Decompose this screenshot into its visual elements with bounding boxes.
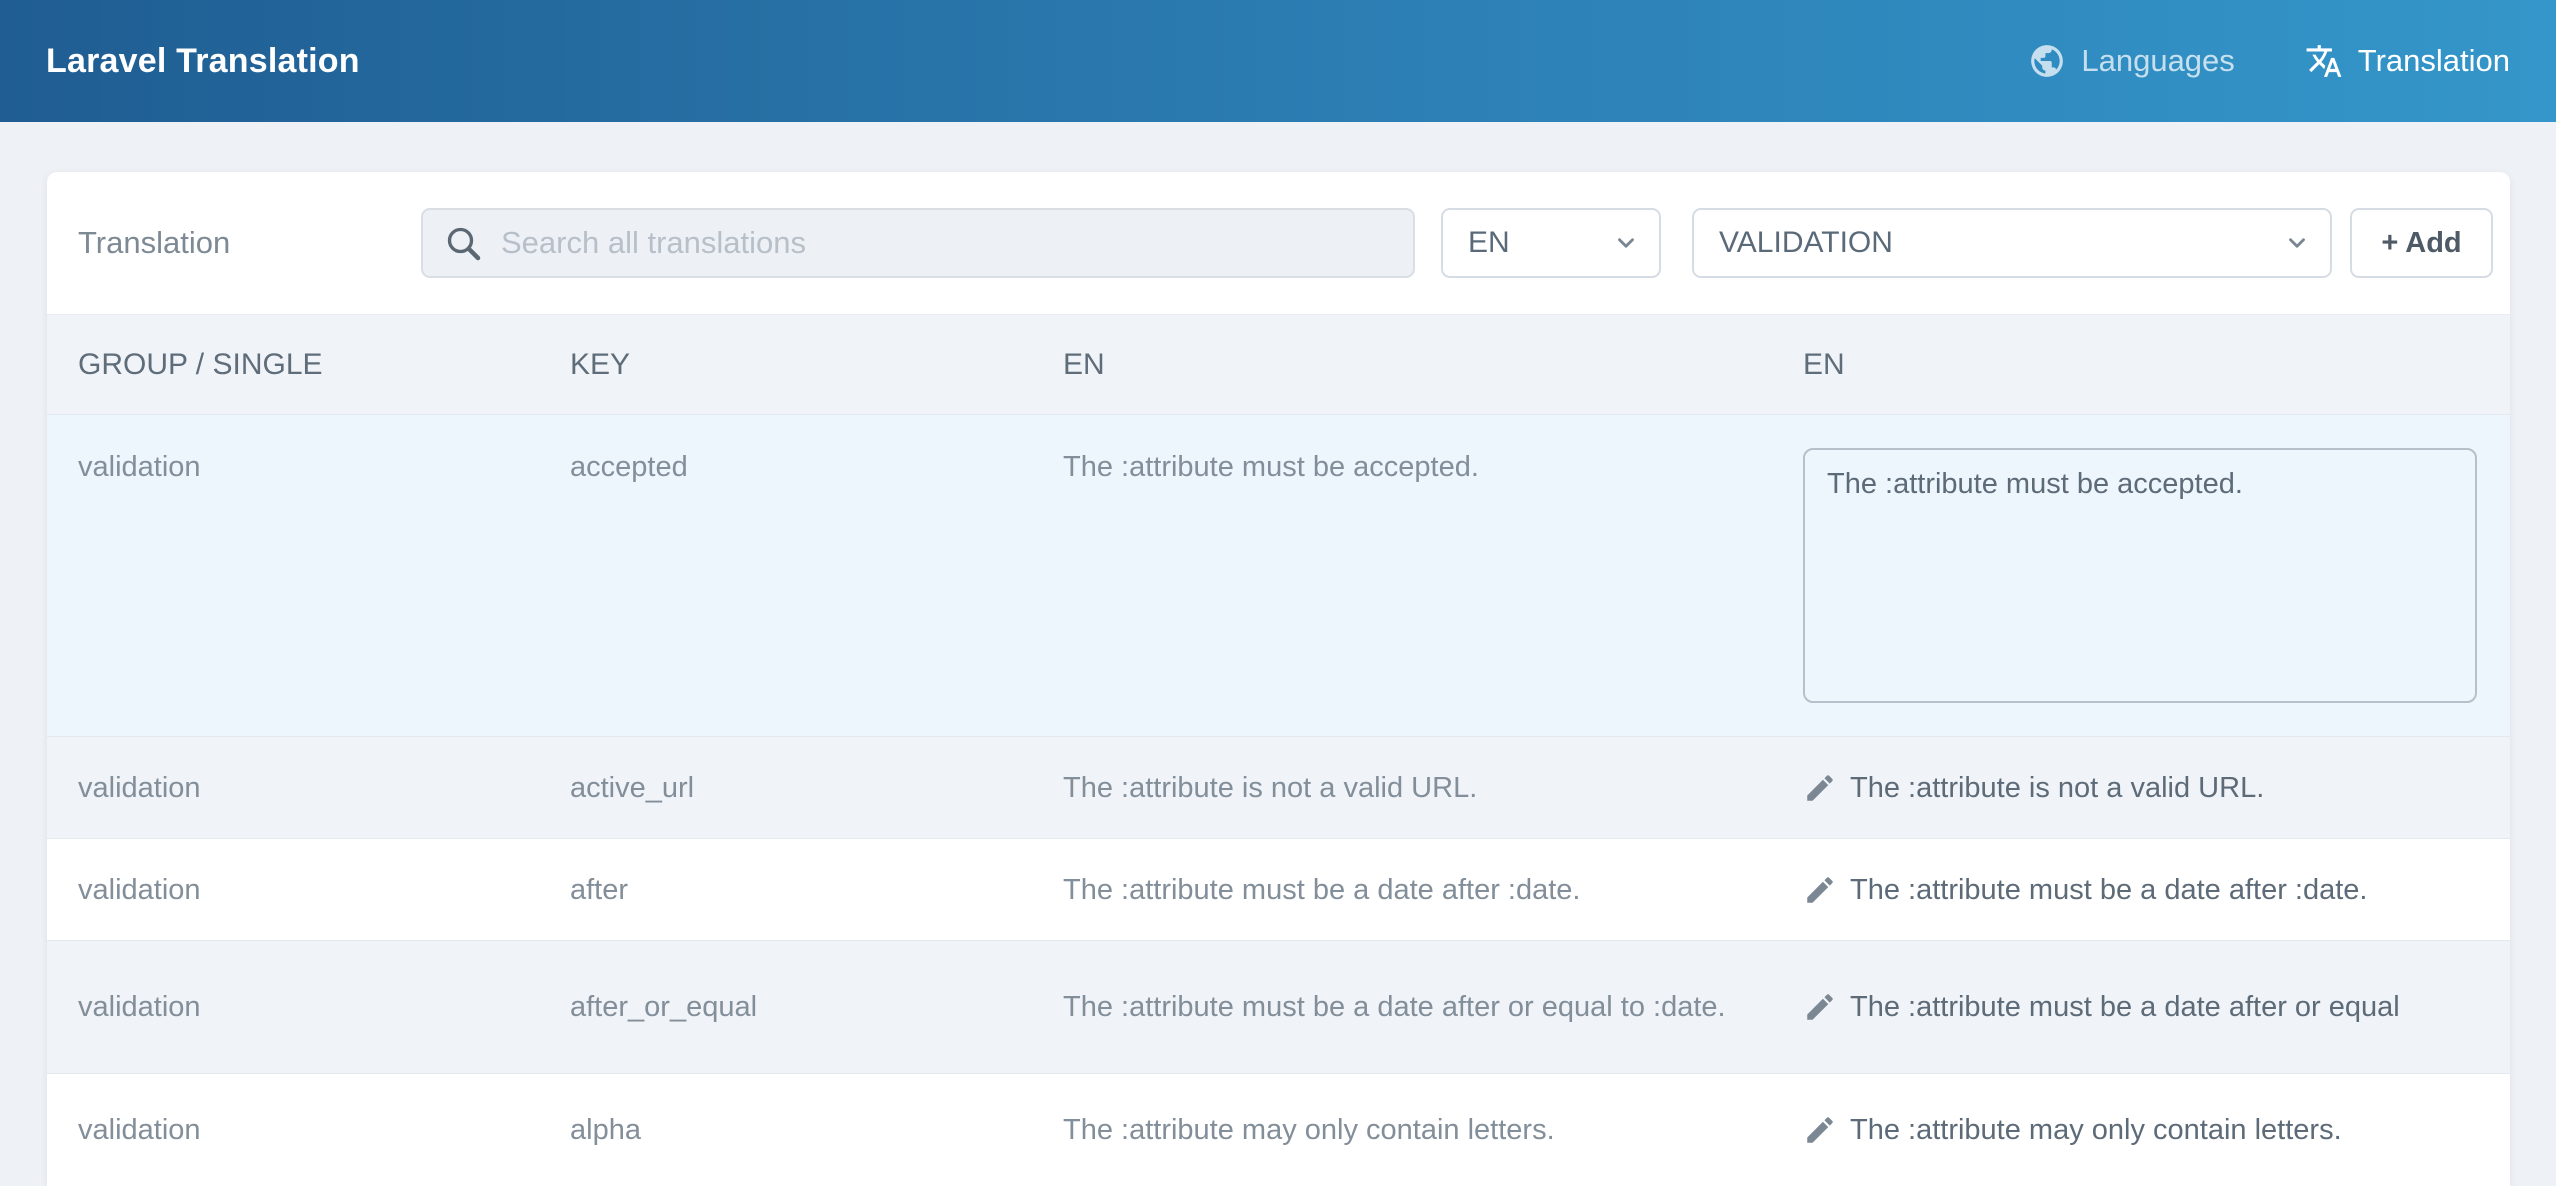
header-target-locale: EN: [1778, 348, 2510, 382]
header-group-single: GROUP / SINGLE: [47, 348, 539, 382]
cell-source-text: The :attribute must be accepted.: [1032, 415, 1778, 736]
translation-textarea[interactable]: [1803, 448, 2477, 703]
table-row: validationalphaThe :attribute may only c…: [47, 1073, 2510, 1186]
header-source-locale: EN: [1032, 348, 1778, 382]
pencil-icon: [1803, 1113, 1837, 1147]
search-input[interactable]: [499, 224, 1393, 262]
toolbar: Translation EN VALIDATION + Add: [47, 172, 2510, 314]
header-key: KEY: [539, 348, 1032, 382]
cell-source-text: The :attribute must be a date after or e…: [1032, 941, 1778, 1073]
table-row: validationacceptedThe :attribute must be…: [47, 414, 2510, 736]
cell-group: validation: [47, 941, 539, 1073]
add-button[interactable]: + Add: [2350, 208, 2493, 278]
translation-text: The :attribute must be a date after :dat…: [1850, 871, 2367, 909]
translation-text: The :attribute must be a date after or e…: [1850, 988, 2400, 1026]
group-select-value: VALIDATION: [1719, 226, 1893, 260]
table-header: GROUP / SINGLE KEY EN EN: [47, 314, 2510, 414]
cell-translation: The :attribute is not a valid URL.: [1778, 737, 2510, 838]
table-body: validationacceptedThe :attribute must be…: [47, 414, 2510, 1186]
nav-link-languages[interactable]: Languages: [2028, 42, 2234, 80]
language-select-value: EN: [1468, 226, 1510, 260]
table-row: validationafter_or_equalThe :attribute m…: [47, 940, 2510, 1073]
translation-edit[interactable]: The :attribute must be a date after or e…: [1803, 988, 2510, 1026]
translation-edit[interactable]: The :attribute must be a date after :dat…: [1803, 871, 2510, 909]
search-icon: [443, 223, 483, 263]
search-box[interactable]: [421, 208, 1415, 278]
nav-link-label: Translation: [2358, 43, 2510, 79]
navbar: Laravel Translation Languages Translation: [0, 0, 2556, 122]
table-row: validationactive_urlThe :attribute is no…: [47, 736, 2510, 838]
group-select[interactable]: VALIDATION: [1692, 208, 2332, 278]
cell-key: after: [539, 839, 1032, 940]
cell-translation: The :attribute may only contain letters.: [1778, 1074, 2510, 1186]
translation-edit[interactable]: The :attribute is not a valid URL.: [1803, 769, 2510, 807]
cell-source-text: The :attribute is not a valid URL.: [1032, 737, 1778, 838]
cell-translation: The :attribute must be a date after :dat…: [1778, 839, 2510, 940]
cell-source-text: The :attribute must be a date after :dat…: [1032, 839, 1778, 940]
chevron-down-icon: [1613, 230, 1639, 256]
cell-key: after_or_equal: [539, 941, 1032, 1073]
pencil-icon: [1803, 873, 1837, 907]
globe-icon: [2028, 42, 2066, 80]
translate-icon: [2305, 42, 2343, 80]
chevron-down-icon: [2284, 230, 2310, 256]
cell-group: validation: [47, 415, 539, 736]
cell-group: validation: [47, 737, 539, 838]
cell-key: active_url: [539, 737, 1032, 838]
cell-translation: The :attribute must be a date after or e…: [1778, 941, 2510, 1073]
cell-key: accepted: [539, 415, 1032, 736]
translation-edit[interactable]: The :attribute may only contain letters.: [1803, 1111, 2510, 1149]
table-row: validationafterThe :attribute must be a …: [47, 838, 2510, 940]
nav-links: Languages Translation: [2028, 42, 2510, 80]
cell-translation: [1778, 415, 2510, 736]
translation-text: The :attribute is not a valid URL.: [1850, 769, 2264, 807]
cell-key: alpha: [539, 1074, 1032, 1186]
translation-card: Translation EN VALIDATION + Add GROUP / …: [47, 172, 2510, 1186]
cell-group: validation: [47, 1074, 539, 1186]
language-select[interactable]: EN: [1441, 208, 1661, 278]
cell-group: validation: [47, 839, 539, 940]
nav-link-label: Languages: [2081, 43, 2234, 79]
cell-source-text: The :attribute may only contain letters.: [1032, 1074, 1778, 1186]
translation-text: The :attribute may only contain letters.: [1850, 1111, 2342, 1149]
pencil-icon: [1803, 990, 1837, 1024]
nav-link-translation[interactable]: Translation: [2305, 42, 2510, 80]
pencil-icon: [1803, 771, 1837, 805]
card-title: Translation: [78, 225, 421, 261]
brand-title: Laravel Translation: [46, 42, 360, 81]
